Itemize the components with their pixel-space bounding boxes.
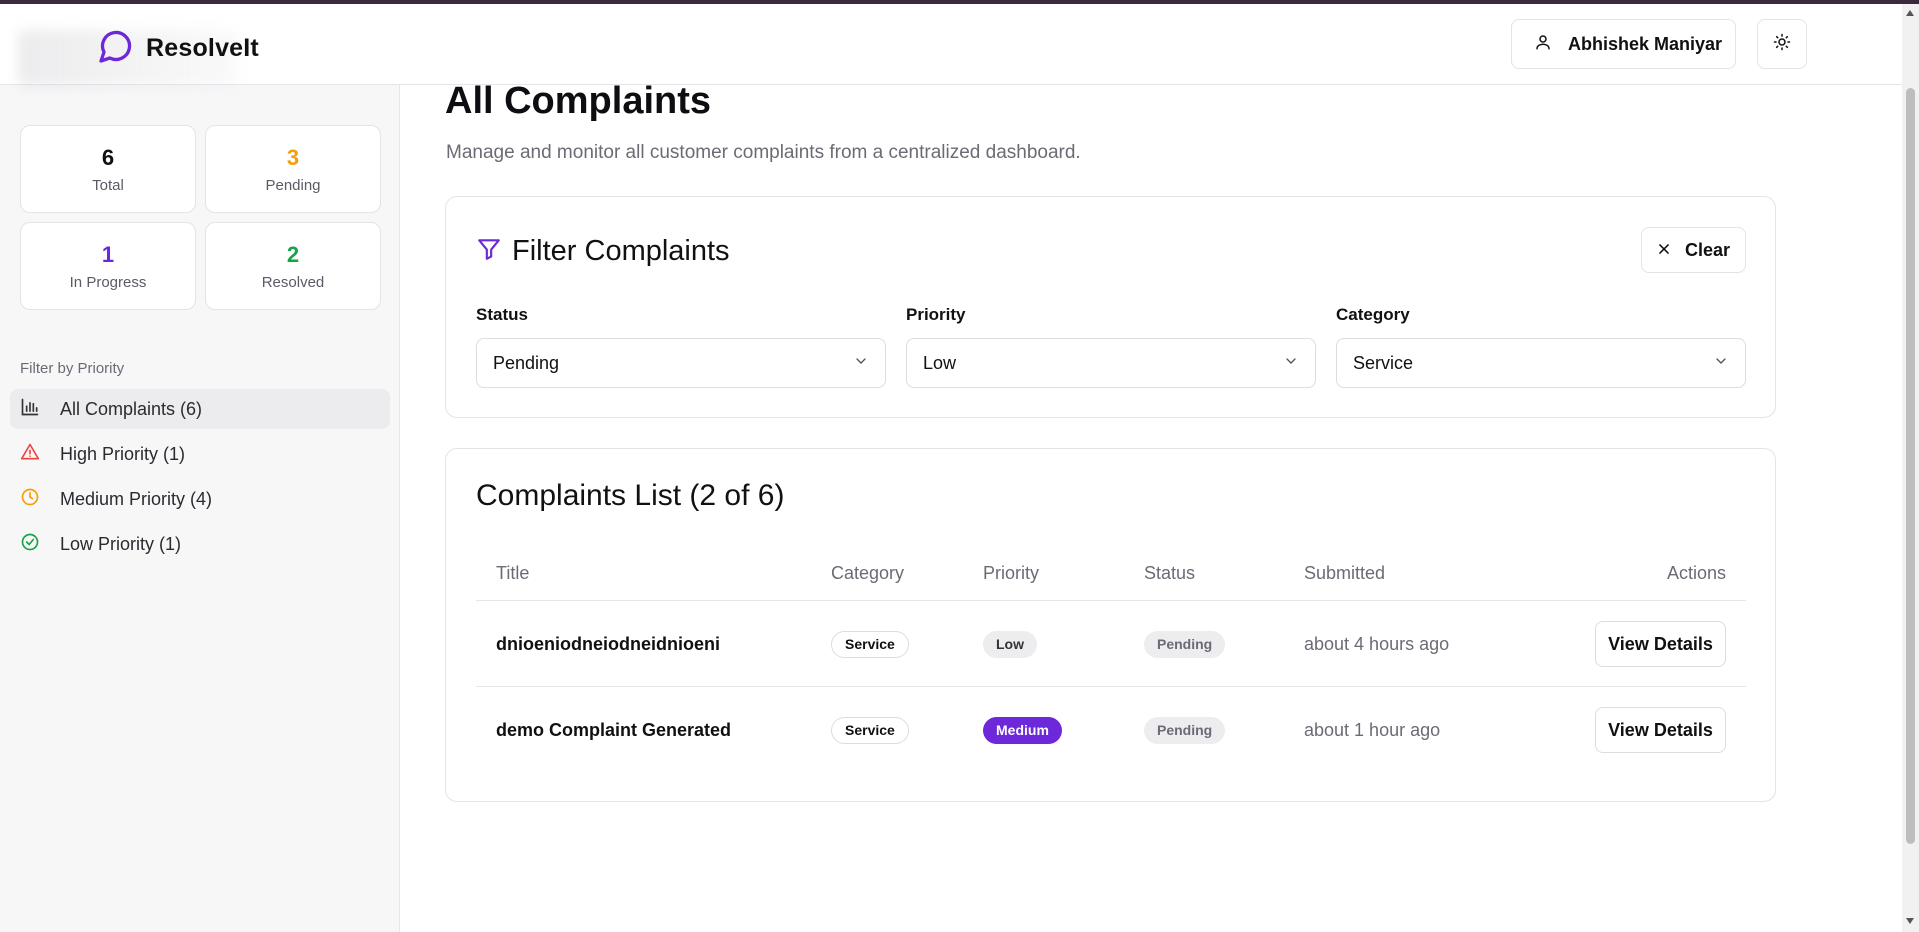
chevron-down-icon: [1713, 353, 1729, 374]
complaints-list-title: Complaints List (2 of 6): [476, 479, 785, 512]
priority-badge: Low: [983, 630, 1037, 658]
sidebar-item-label: Medium Priority (4): [60, 488, 213, 509]
stat-card-pending: 3 Pending: [205, 125, 381, 213]
stat-value: 1: [101, 241, 115, 267]
scrollbar-thumb[interactable]: [1906, 88, 1915, 844]
table-header: Title Category Priority Status Submitted…: [476, 551, 1746, 601]
bar-chart-icon: [20, 397, 40, 422]
scroll-down-arrow-icon[interactable]: [1906, 918, 1914, 924]
priority-label: Priority: [906, 305, 966, 324]
page-title: All Complaints: [445, 80, 712, 122]
stat-label: Pending: [265, 176, 321, 194]
sidebar-item-all-complaints[interactable]: All Complaints (6): [10, 389, 390, 429]
filter-header: Filter Complaints: [476, 235, 730, 268]
clock-icon: [20, 487, 40, 512]
sidebar-item-low-priority[interactable]: Low Priority (1): [10, 524, 390, 564]
submitted-time: about 1 hour ago: [1304, 719, 1441, 740]
complaint-title: dnioeniodneiodneidnioeni: [496, 633, 720, 654]
sidebar-item-label: Low Priority (1): [60, 533, 182, 554]
column-header-priority: Priority: [983, 563, 1040, 583]
clear-filters-button[interactable]: Clear: [1641, 227, 1746, 273]
chat-bubble-icon: [98, 28, 134, 69]
brand-name: ResolveIt: [146, 34, 259, 62]
priority-badge: Medium: [983, 716, 1062, 744]
clear-label: Clear: [1684, 239, 1731, 260]
view-details-button[interactable]: View Details: [1595, 621, 1726, 667]
status-select-value: Pending: [493, 352, 560, 373]
stat-value: 2: [286, 241, 300, 267]
status-badge: Pending: [1144, 716, 1226, 744]
chevron-down-icon: [1283, 353, 1299, 374]
funnel-icon: [476, 236, 502, 267]
category-select[interactable]: Service: [1336, 338, 1746, 388]
user-name: Abhishek Maniyar: [1568, 33, 1723, 54]
submitted-time: about 4 hours ago: [1304, 633, 1450, 654]
stat-label: In Progress: [69, 273, 147, 291]
stat-value: 3: [286, 144, 300, 170]
table-row: dnioeniodneiodneidnioeni Service Low Pen…: [476, 601, 1746, 687]
brand-logo[interactable]: ResolveIt: [98, 28, 259, 69]
status-label: Status: [476, 305, 528, 324]
priority-select[interactable]: Low: [906, 338, 1316, 388]
category-label: Category: [1336, 305, 1410, 324]
user-menu-button[interactable]: Abhishek Maniyar: [1511, 19, 1736, 69]
category-badge: Service: [831, 630, 909, 658]
user-icon: [1534, 33, 1552, 56]
alert-triangle-icon: [20, 442, 40, 467]
filter-panel: Filter Complaints Clear Status Pending P…: [445, 196, 1776, 418]
status-select[interactable]: Pending: [476, 338, 886, 388]
sidebar-item-high-priority[interactable]: High Priority (1): [10, 434, 390, 474]
column-header-status: Status: [1144, 563, 1196, 583]
complaints-list-panel: Complaints List (2 of 6) Title Category …: [445, 448, 1776, 802]
chevron-down-icon: [853, 353, 869, 374]
category-select-value: Service: [1353, 352, 1414, 373]
table-row: demo Complaint Generated Service Medium …: [476, 687, 1746, 773]
stat-label: Resolved: [261, 273, 325, 291]
category-badge: Service: [831, 716, 909, 744]
sidebar-item-label: High Priority (1): [60, 443, 186, 464]
sidebar: 6 Total 3 Pending 1 In Progress 2 Resolv…: [0, 85, 400, 932]
column-header-actions: Actions: [1666, 563, 1726, 583]
filter-title: Filter Complaints: [512, 235, 730, 267]
stat-card-resolved: 2 Resolved: [205, 222, 381, 310]
scroll-up-arrow-icon[interactable]: [1906, 10, 1914, 16]
sun-icon: [1773, 33, 1791, 56]
app-header: ResolveIt Abhishek Maniyar: [0, 4, 1902, 86]
sidebar-item-label: All Complaints (6): [60, 398, 203, 419]
page-scrollbar[interactable]: [1902, 4, 1919, 932]
column-header-category: Category: [831, 563, 905, 583]
complaint-title: demo Complaint Generated: [496, 719, 732, 740]
theme-toggle-button[interactable]: [1757, 19, 1807, 69]
view-details-button[interactable]: View Details: [1595, 707, 1726, 753]
stat-card-total: 6 Total: [20, 125, 196, 213]
close-icon: [1657, 240, 1671, 261]
stat-label: Total: [92, 176, 124, 194]
sidebar-item-medium-priority[interactable]: Medium Priority (4): [10, 479, 390, 519]
column-header-submitted: Submitted: [1304, 563, 1386, 583]
complaints-table: Title Category Priority Status Submitted…: [476, 551, 1746, 773]
column-header-title: Title: [496, 563, 530, 583]
page-subtitle: Manage and monitor all customer complain…: [446, 142, 1081, 163]
priority-select-value: Low: [923, 352, 957, 373]
status-badge: Pending: [1144, 630, 1226, 658]
stat-value: 6: [101, 144, 115, 170]
stat-card-in-progress: 1 In Progress: [20, 222, 196, 310]
filter-by-priority-heading: Filter by Priority: [20, 360, 125, 377]
check-circle-icon: [20, 532, 40, 557]
